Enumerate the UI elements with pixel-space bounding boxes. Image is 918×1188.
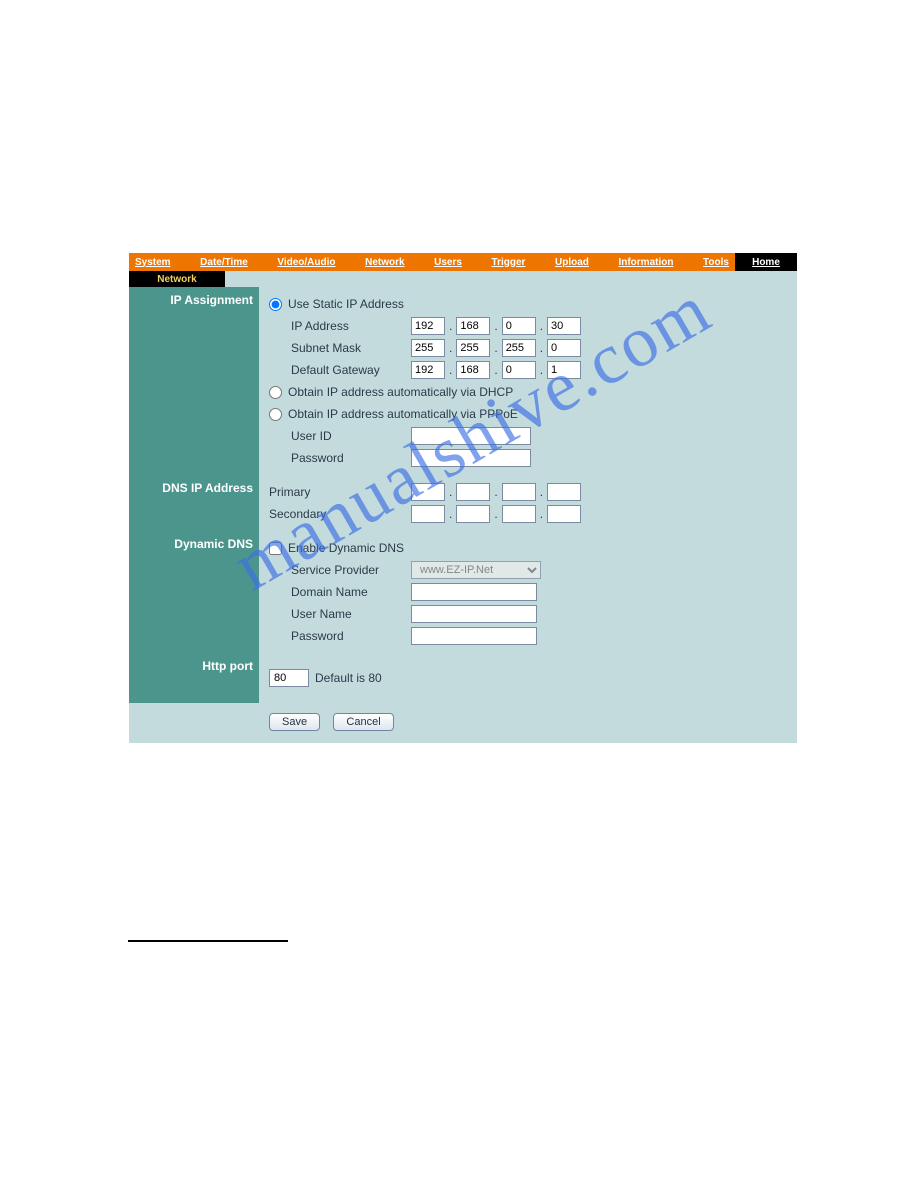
ip-octet-2[interactable] <box>456 317 490 335</box>
nav-system[interactable]: System <box>135 257 171 268</box>
section-title-ddns: Dynamic DNS <box>129 531 259 653</box>
sub-nav: Network <box>129 271 797 287</box>
divider-line <box>128 940 288 942</box>
nav-trigger[interactable]: Trigger <box>492 257 526 268</box>
ddns-pass-input[interactable] <box>411 627 537 645</box>
nav-information[interactable]: Information <box>618 257 673 268</box>
radio-static-ip[interactable] <box>269 298 282 311</box>
cancel-button[interactable]: Cancel <box>333 713 393 731</box>
section-title-http-port: Http port <box>129 653 259 703</box>
label-ip-address: IP Address <box>291 319 411 333</box>
section-title-ip-assignment: IP Assignment <box>129 287 259 475</box>
nav-upload[interactable]: Upload <box>555 257 589 268</box>
dns2-octet-2[interactable] <box>456 505 490 523</box>
save-button[interactable]: Save <box>269 713 320 731</box>
gw-octet-4[interactable] <box>547 361 581 379</box>
dot-icon: . <box>536 341 547 355</box>
dot-icon: . <box>490 363 501 377</box>
dns1-octet-2[interactable] <box>456 483 490 501</box>
dns2-octet-4[interactable] <box>547 505 581 523</box>
dot-icon: . <box>536 485 547 499</box>
label-ddns-provider: Service Provider <box>291 563 411 577</box>
sub-nav-current: Network <box>129 271 225 287</box>
nav-videoaudio[interactable]: Video/Audio <box>277 257 335 268</box>
nav-home[interactable]: Home <box>752 257 780 268</box>
dot-icon: . <box>490 485 501 499</box>
dot-icon: . <box>445 485 456 499</box>
dns1-octet-4[interactable] <box>547 483 581 501</box>
label-dhcp: Obtain IP address automatically via DHCP <box>288 385 513 399</box>
section-title-dns: DNS IP Address <box>129 475 259 531</box>
ip-octet-4[interactable] <box>547 317 581 335</box>
pppoe-pass-input[interactable] <box>411 449 531 467</box>
top-nav: System Date/Time Video/Audio Network Use… <box>129 253 797 271</box>
label-enable-ddns: Enable Dynamic DNS <box>288 541 404 555</box>
gw-octet-2[interactable] <box>456 361 490 379</box>
dns2-octet-1[interactable] <box>411 505 445 523</box>
gw-octet-1[interactable] <box>411 361 445 379</box>
ddns-domain-input[interactable] <box>411 583 537 601</box>
dot-icon: . <box>490 507 501 521</box>
mask-octet-4[interactable] <box>547 339 581 357</box>
label-subnet-mask: Subnet Mask <box>291 341 411 355</box>
radio-dhcp[interactable] <box>269 386 282 399</box>
label-pppoe-user: User ID <box>291 429 411 443</box>
label-dns-secondary: Secondary <box>269 507 411 521</box>
ddns-provider-select[interactable]: www.EZ-IP.Net <box>411 561 541 579</box>
checkbox-enable-ddns[interactable] <box>269 542 282 555</box>
dot-icon: . <box>445 507 456 521</box>
label-ddns-domain: Domain Name <box>291 585 411 599</box>
label-pppoe-pass: Password <box>291 451 411 465</box>
label-ddns-user: User Name <box>291 607 411 621</box>
dot-icon: . <box>445 341 456 355</box>
dns2-octet-3[interactable] <box>502 505 536 523</box>
dot-icon: . <box>445 363 456 377</box>
dns1-octet-1[interactable] <box>411 483 445 501</box>
dot-icon: . <box>445 319 456 333</box>
dot-icon: . <box>536 507 547 521</box>
nav-tools[interactable]: Tools <box>703 257 729 268</box>
mask-octet-2[interactable] <box>456 339 490 357</box>
dot-icon: . <box>536 319 547 333</box>
dot-icon: . <box>536 363 547 377</box>
label-pppoe: Obtain IP address automatically via PPPo… <box>288 407 518 421</box>
label-http-hint: Default is 80 <box>315 671 382 685</box>
radio-pppoe[interactable] <box>269 408 282 421</box>
dns1-octet-3[interactable] <box>502 483 536 501</box>
ip-octet-1[interactable] <box>411 317 445 335</box>
ddns-user-input[interactable] <box>411 605 537 623</box>
label-static-ip: Use Static IP Address <box>288 297 404 311</box>
nav-users[interactable]: Users <box>434 257 462 268</box>
http-port-input[interactable] <box>269 669 309 687</box>
gw-octet-3[interactable] <box>502 361 536 379</box>
pppoe-user-input[interactable] <box>411 427 531 445</box>
label-dns-primary: Primary <box>269 485 411 499</box>
ip-octet-3[interactable] <box>502 317 536 335</box>
nav-datetime[interactable]: Date/Time <box>200 257 248 268</box>
config-panel: System Date/Time Video/Audio Network Use… <box>128 252 798 744</box>
mask-octet-3[interactable] <box>502 339 536 357</box>
dot-icon: . <box>490 341 501 355</box>
dot-icon: . <box>490 319 501 333</box>
label-gateway: Default Gateway <box>291 363 411 377</box>
nav-network[interactable]: Network <box>365 257 404 268</box>
label-ddns-pass: Password <box>291 629 411 643</box>
mask-octet-1[interactable] <box>411 339 445 357</box>
